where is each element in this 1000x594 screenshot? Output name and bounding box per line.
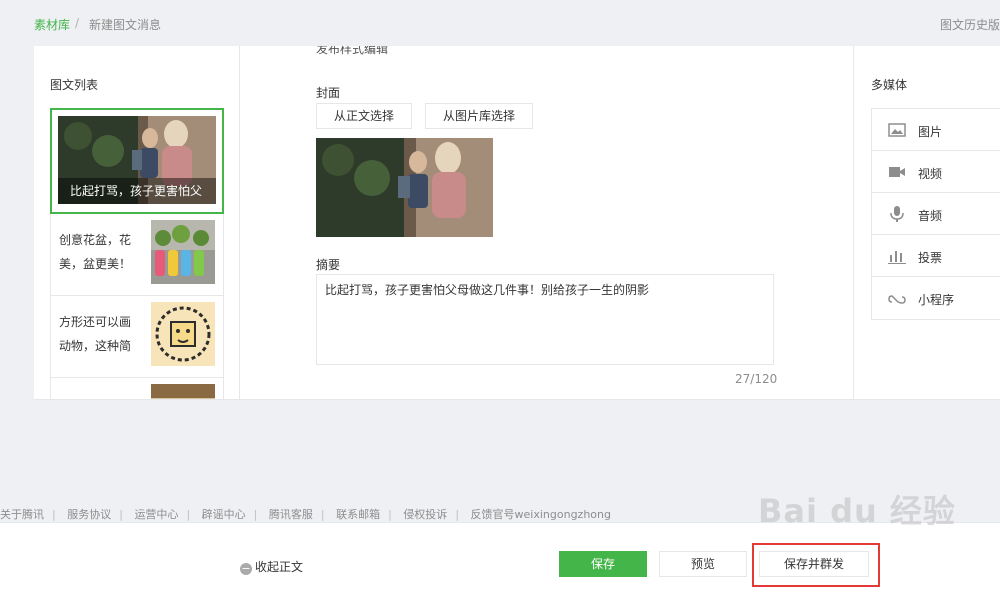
article-card[interactable]: 创意花盆，花美，盆更美！	[50, 214, 224, 296]
summary-label: 摘要	[316, 258, 341, 272]
editor-main: 图文列表 比起打骂，孩子更害怕父 创意花盆，花美，盆更美！ 方形还可以画动物，这…	[34, 46, 1000, 400]
food-thumbnail	[151, 384, 215, 399]
summary-textarea[interactable]: 比起打骂，孩子更害怕父母做这几件事！别给孩子一生的阴影	[316, 274, 774, 365]
footer-separator: |	[52, 508, 56, 521]
mother-child-cover-photo	[316, 138, 493, 237]
footer-link[interactable]: 侵权投诉	[403, 506, 447, 522]
footer-separator: |	[320, 508, 325, 521]
baidu-watermark: Bai du 经验	[758, 492, 956, 530]
article-list-title: 图文列表	[50, 78, 99, 92]
publish-style-heading: 发布样式编辑	[316, 46, 389, 56]
article-title: 创意花盆，花美，盆更美！	[59, 233, 132, 271]
preview-button[interactable]: 预览	[659, 551, 747, 577]
article-thumbnail: 比起打骂，孩子更害怕父	[58, 116, 216, 204]
poll-icon	[888, 248, 906, 264]
breadcrumb-current: 新建图文消息	[89, 18, 162, 32]
media-list: 图片 视频 音频 投票 小程序	[871, 108, 1000, 320]
image-icon	[888, 122, 906, 138]
media-item-label: 音频	[918, 209, 943, 223]
media-item-image[interactable]: 图片	[872, 109, 1000, 151]
media-item-label: 投票	[918, 251, 943, 265]
footer-separator: |	[119, 508, 123, 521]
editor-center: 发布样式编辑 封面 从正文选择 从图片库选择 摘要 比起打骂，孩子更害怕父母做这…	[241, 46, 853, 399]
collapse-label: 收起正文	[255, 560, 304, 574]
cover-image[interactable]	[316, 138, 493, 237]
footer-link[interactable]: 辟谣中心	[202, 506, 246, 522]
bottom-action-bar: − 收起正文 保存 预览 保存并群发	[0, 522, 1000, 594]
highlight-box	[752, 543, 880, 587]
footer-separator: |	[186, 508, 191, 521]
media-panel: 多媒体 图片 视频 音频 投票 小程序	[853, 46, 1000, 399]
footer-link[interactable]: 服务协议	[67, 506, 111, 522]
collapse-icon: −	[240, 562, 252, 575]
article-card[interactable]	[50, 378, 224, 399]
top-bar: 素材库 / 新建图文消息 图文历史版	[0, 0, 1000, 46]
footer-separator: |	[388, 508, 392, 521]
lion-drawing-thumbnail	[151, 302, 215, 366]
microphone-icon	[888, 206, 906, 222]
cover-label: 封面	[316, 86, 341, 100]
summary-char-counter: 27/120	[735, 372, 778, 386]
media-item-mini-program[interactable]: 小程序	[872, 277, 1000, 319]
footer-separator: |	[253, 508, 258, 521]
media-item-label: 视频	[918, 167, 943, 181]
save-button[interactable]: 保存	[559, 551, 647, 577]
select-from-library-button[interactable]: 从图片库选择	[425, 103, 533, 129]
media-item-video[interactable]: 视频	[872, 151, 1000, 193]
footer-link[interactable]: 腾讯客服	[269, 506, 313, 522]
article-title	[59, 392, 139, 399]
article-caption: 比起打骂，孩子更害怕父	[58, 178, 216, 204]
media-item-label: 图片	[918, 125, 943, 139]
select-from-body-button[interactable]: 从正文选择	[316, 103, 412, 129]
collapse-body-toggle[interactable]: − 收起正文	[240, 558, 303, 575]
footer-link[interactable]: 运营中心	[134, 506, 178, 522]
footer-separator: |	[455, 508, 460, 521]
video-icon	[888, 164, 906, 180]
breadcrumb-home[interactable]: 素材库	[34, 16, 70, 33]
media-item-poll[interactable]: 投票	[872, 235, 1000, 277]
footer-link[interactable]: 反馈官号weixingongzhong	[471, 506, 611, 522]
footer-link[interactable]: 关于腾讯	[0, 506, 44, 522]
footer-link[interactable]: 联系邮箱	[336, 506, 380, 522]
article-title: 方形还可以画动物，这种简	[59, 315, 132, 353]
footer-links: 关于腾讯 | 服务协议 | 运营中心 | 辟谣中心 | 腾讯客服 | 联系邮箱 | 侵权投诉…	[0, 506, 611, 522]
media-title: 多媒体	[871, 78, 908, 92]
article-card[interactable]: 方形还可以画动物，这种简	[50, 296, 224, 378]
mini-program-icon	[888, 290, 906, 306]
media-item-audio[interactable]: 音频	[872, 193, 1000, 235]
media-item-label: 小程序	[918, 293, 955, 307]
article-list-panel: 图文列表 比起打骂，孩子更害怕父 创意花盆，花美，盆更美！ 方形还可以画动物，这…	[34, 46, 240, 399]
history-link[interactable]: 图文历史版	[940, 16, 1000, 33]
breadcrumb-separator: /	[75, 16, 80, 30]
article-card-selected[interactable]: 比起打骂，孩子更害怕父	[50, 108, 224, 214]
boots-planter-thumbnail	[151, 220, 215, 284]
